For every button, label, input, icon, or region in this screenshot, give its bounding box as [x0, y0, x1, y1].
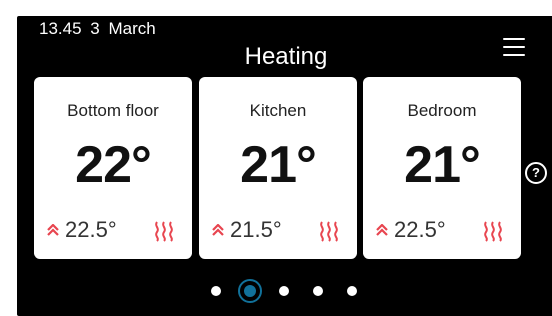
room-card-bottom-floor[interactable]: Bottom floor 22° 22.5°: [34, 77, 192, 259]
current-temperature: 22°: [75, 136, 152, 194]
display-screen: 13.45 3 March Heating Bottom floor 22° 2…: [17, 16, 552, 316]
hamburger-menu-icon[interactable]: [503, 38, 525, 56]
page-dot-1[interactable]: [211, 286, 221, 296]
room-name: Bedroom: [407, 101, 477, 120]
active-dot-center: [244, 285, 256, 297]
help-icon[interactable]: ?: [525, 162, 547, 184]
heat-waves-icon: [484, 221, 502, 242]
setpoint-temperature: 22.5°: [65, 217, 117, 242]
room-card-kitchen[interactable]: Kitchen 21° 21.5°: [199, 77, 357, 259]
page-title: Heating: [244, 43, 328, 70]
page-dot-3[interactable]: [279, 286, 289, 296]
double-chevron-up-icon: [376, 224, 388, 236]
page-indicator: [208, 278, 358, 304]
date-month: March: [108, 19, 156, 38]
clock-time: 13.45: [39, 19, 82, 38]
current-temperature: 21°: [240, 136, 317, 194]
page-dot-5[interactable]: [347, 286, 357, 296]
page-dot-2-active[interactable]: [238, 279, 262, 303]
setpoint-row: 21.5°: [199, 217, 357, 243]
menu-line: [503, 38, 525, 40]
room-name: Kitchen: [249, 101, 307, 120]
menu-line: [503, 54, 525, 56]
status-bar: 13.45 3 March: [39, 19, 160, 39]
device-frame: 13.45 3 March Heating Bottom floor 22° 2…: [0, 0, 552, 316]
setpoint-row: 22.5°: [34, 217, 192, 243]
double-chevron-up-icon: [212, 224, 224, 236]
setpoint-temperature: 21.5°: [230, 217, 282, 242]
date-day: 3: [90, 19, 100, 38]
menu-line: [503, 46, 525, 48]
page-dot-4[interactable]: [313, 286, 323, 296]
setpoint-row: 22.5°: [363, 217, 521, 243]
room-name: Bottom floor: [67, 101, 159, 120]
heat-waves-icon: [320, 221, 338, 242]
setpoint-temperature: 22.5°: [394, 217, 446, 242]
double-chevron-up-icon: [47, 224, 59, 236]
current-temperature: 21°: [404, 136, 481, 194]
room-card-bedroom[interactable]: Bedroom 21° 22.5°: [363, 77, 521, 259]
heat-waves-icon: [155, 221, 173, 242]
